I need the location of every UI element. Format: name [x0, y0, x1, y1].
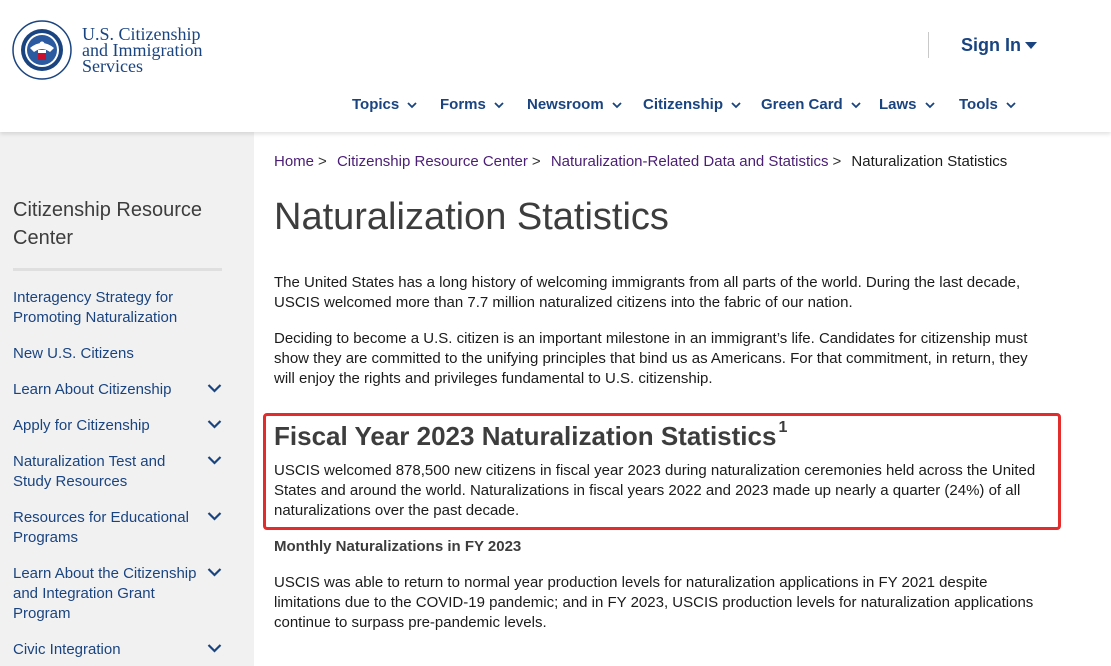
sidebar-item-civic-integration[interactable]: Civic Integration	[13, 640, 243, 660]
nav-label: Topics	[352, 96, 400, 113]
sign-in-button[interactable]: Sign In	[961, 35, 1037, 56]
breadcrumb: Home > Citizenship Resource Center > Natur…	[274, 153, 1007, 170]
logo-line: Services	[82, 56, 143, 76]
breadcrumb-current: Naturalization Statistics	[851, 153, 1008, 170]
nav-laws[interactable]: Laws	[879, 96, 935, 113]
fy2023-heading-text: Fiscal Year 2023 Naturalization Statisti…	[274, 421, 777, 451]
sidebar-item-label: New U.S. Citizens	[13, 345, 134, 362]
nav-newsroom[interactable]: Newsroom	[527, 96, 622, 113]
site-header: U.S. Citizenship and Immigration Service…	[0, 0, 1111, 132]
sidebar: Citizenship Resource Center Interagency …	[0, 132, 254, 666]
sidebar-item-test-study-resources[interactable]: Naturalization Test and Study Resources	[13, 452, 243, 492]
sign-in-label: Sign In	[961, 35, 1021, 55]
chevron-down-icon[interactable]	[207, 642, 222, 654]
chevron-down-icon[interactable]	[207, 454, 222, 466]
sidebar-item-interagency-strategy[interactable]: Interagency Strategy for Promoting Natur…	[13, 288, 243, 328]
sidebar-title: Citizenship Resource Center	[13, 199, 202, 249]
monthly-heading: Monthly Naturalizations in FY 2023	[274, 538, 522, 555]
page-title: Naturalization Statistics	[274, 196, 669, 238]
sidebar-item-label: Learn About Citizenship	[13, 381, 172, 398]
chevron-down-icon[interactable]	[207, 418, 222, 430]
nav-label: Newsroom	[527, 96, 604, 113]
chevron-down-icon	[924, 101, 935, 108]
breadcrumb-separator: >	[531, 153, 541, 170]
nav-label: Green Card	[761, 96, 843, 113]
monthly-paragraph: USCIS was able to return to normal year …	[274, 574, 1034, 631]
sidebar-item-label: Civic Integration	[13, 641, 121, 658]
chevron-down-icon[interactable]	[207, 510, 222, 522]
sidebar-item-label: Naturalization Test and Study Resources	[13, 453, 166, 490]
chevron-down-icon	[612, 101, 622, 108]
nav-label: Laws	[879, 96, 917, 113]
chevron-down-icon	[494, 101, 504, 108]
breadcrumb-citizenship-resource-center[interactable]: Citizenship Resource Center	[337, 153, 528, 170]
sidebar-item-label: Resources for Educational Programs	[13, 509, 189, 546]
nav-label: Citizenship	[643, 96, 724, 113]
nav-topics[interactable]: Topics	[352, 96, 417, 113]
header-divider	[928, 32, 929, 58]
nav-green-card[interactable]: Green Card	[761, 96, 861, 113]
dhs-seal-icon	[12, 20, 72, 80]
sidebar-item-grant-program[interactable]: Learn About the Citizenship and Integrat…	[13, 564, 243, 624]
breadcrumb-naturalization-data[interactable]: Naturalization-Related Data and Statisti…	[551, 153, 829, 170]
logo-wordmark: U.S. Citizenship and Immigration Service…	[82, 25, 202, 76]
sidebar-item-label: Apply for Citizenship	[13, 417, 150, 434]
breadcrumb-home[interactable]: Home	[274, 153, 314, 170]
intro-paragraph: The United States has a long history of …	[274, 274, 1021, 311]
uscis-logo[interactable]: U.S. Citizenship and Immigration Service…	[12, 20, 202, 80]
sidebar-divider	[13, 268, 222, 271]
fy2023-heading: Fiscal Year 2023 Naturalization Statisti…	[274, 419, 787, 452]
chevron-down-icon	[731, 101, 741, 108]
nav-citizenship[interactable]: Citizenship	[643, 96, 741, 113]
nav-forms[interactable]: Forms	[440, 96, 504, 113]
breadcrumb-separator: >	[318, 153, 327, 170]
chevron-down-icon	[407, 101, 417, 108]
sidebar-item-new-citizens[interactable]: New U.S. Citizens	[13, 344, 243, 364]
sidebar-item-apply-for-citizenship[interactable]: Apply for Citizenship	[13, 416, 243, 436]
sidebar-item-label: Learn About the Citizenship and Integrat…	[13, 565, 197, 622]
sidebar-item-educational-programs[interactable]: Resources for Educational Programs	[13, 508, 243, 548]
caret-down-icon	[1025, 42, 1037, 49]
nav-label: Forms	[440, 96, 486, 113]
sidebar-item-label: Interagency Strategy for Promoting Natur…	[13, 289, 178, 326]
intro-paragraph: Deciding to become a U.S. citizen is an …	[274, 330, 1028, 387]
sidebar-item-learn-about-citizenship[interactable]: Learn About Citizenship	[13, 380, 243, 400]
chevron-down-icon[interactable]	[207, 566, 222, 578]
nav-tools[interactable]: Tools	[959, 96, 1016, 113]
chevron-down-icon[interactable]	[207, 382, 222, 394]
breadcrumb-separator: >	[832, 153, 842, 170]
chevron-down-icon	[1006, 101, 1016, 108]
chevron-down-icon	[851, 101, 861, 108]
nav-label: Tools	[959, 96, 998, 113]
footnote-marker[interactable]: 1	[778, 419, 787, 436]
fy2023-paragraph: USCIS welcomed 878,500 new citizens in f…	[274, 462, 1036, 519]
